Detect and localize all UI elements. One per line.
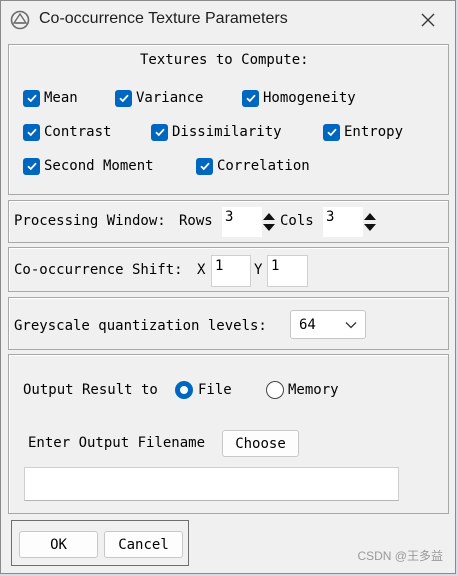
checkbox-checked-icon xyxy=(23,89,40,107)
shift-x-label: X xyxy=(197,262,206,278)
textures-heading: Textures to Compute: xyxy=(140,52,309,68)
close-icon xyxy=(421,13,435,27)
checkbox-mean-label: Mean xyxy=(44,90,78,106)
radio-file-label: File xyxy=(198,382,232,398)
cooccurrence-shift-group: Co-occurrence Shift: X 1 Y 1 xyxy=(8,247,449,292)
checkbox-correlation[interactable]: Correlation xyxy=(196,156,310,176)
checkbox-checked-icon xyxy=(196,157,213,175)
close-button[interactable] xyxy=(413,6,443,34)
checkbox-variance-label: Variance xyxy=(136,90,204,106)
greyscale-selected-value: 64 xyxy=(299,317,316,333)
dialog-window: Co-occurrence Texture Parameters Texture… xyxy=(0,0,456,574)
checkbox-correlation-label: Correlation xyxy=(217,158,310,174)
checkbox-entropy[interactable]: Entropy xyxy=(323,122,403,142)
cols-label: Cols xyxy=(280,213,314,229)
choose-button[interactable]: Choose xyxy=(222,430,299,457)
checkbox-dissimilarity[interactable]: Dissimilarity xyxy=(151,122,282,142)
cols-spinner[interactable] xyxy=(361,208,379,236)
checkbox-second-moment-label: Second Moment xyxy=(44,158,154,174)
rows-label: Rows xyxy=(179,213,213,229)
spinner-arrows-icon xyxy=(263,213,275,231)
cancel-button[interactable]: Cancel xyxy=(104,531,183,558)
checkbox-homogeneity[interactable]: Homogeneity xyxy=(242,88,356,108)
checkbox-checked-icon xyxy=(323,123,340,141)
output-filename-label: Enter Output Filename xyxy=(28,435,206,451)
checkbox-checked-icon xyxy=(23,123,40,141)
checkbox-second-moment[interactable]: Second Moment xyxy=(23,156,154,176)
window-title: Co-occurrence Texture Parameters xyxy=(39,10,288,27)
radio-memory[interactable]: Memory xyxy=(266,380,339,400)
output-filename-input[interactable] xyxy=(24,467,399,501)
greyscale-select[interactable]: 64 xyxy=(290,310,366,339)
checkbox-mean[interactable]: Mean xyxy=(23,88,78,108)
radio-file[interactable]: File xyxy=(175,380,232,400)
processing-window-group: Processing Window: Rows 3 Cols 3 xyxy=(8,200,449,243)
spinner-arrows-icon xyxy=(364,213,376,231)
checkbox-entropy-label: Entropy xyxy=(344,124,404,140)
shift-y-label: Y xyxy=(254,262,263,278)
checkbox-checked-icon xyxy=(151,123,168,141)
output-result-label: Output Result to xyxy=(23,382,158,398)
checkbox-variance[interactable]: Variance xyxy=(115,88,203,108)
shift-x-input[interactable]: 1 xyxy=(211,255,251,287)
checkbox-homogeneity-label: Homogeneity xyxy=(263,90,356,106)
shift-label: Co-occurrence Shift: xyxy=(14,262,183,278)
radio-selected-icon xyxy=(175,381,193,399)
title-bar[interactable]: Co-occurrence Texture Parameters xyxy=(1,1,455,39)
checkbox-contrast[interactable]: Contrast xyxy=(23,122,111,142)
textures-group: Textures to Compute: Mean Variance Homog… xyxy=(8,44,449,195)
greyscale-label: Greyscale quantization levels: xyxy=(14,318,267,334)
rows-spinner[interactable] xyxy=(260,208,278,236)
checkbox-contrast-label: Contrast xyxy=(44,124,112,140)
radio-unselected-icon xyxy=(266,381,284,399)
shift-y-input[interactable]: 1 xyxy=(267,255,308,287)
ok-button[interactable]: OK xyxy=(19,531,98,558)
checkbox-checked-icon xyxy=(23,157,40,175)
chevron-down-icon xyxy=(345,322,357,329)
checkbox-dissimilarity-label: Dissimilarity xyxy=(172,124,282,140)
checkbox-checked-icon xyxy=(242,89,259,107)
rows-input[interactable]: 3 xyxy=(222,207,262,237)
radio-memory-label: Memory xyxy=(288,382,339,398)
dialog-buttons-group: OK Cancel xyxy=(11,520,189,566)
checkbox-checked-icon xyxy=(115,89,132,107)
app-logo-icon xyxy=(10,10,30,30)
greyscale-group: Greyscale quantization levels: 64 xyxy=(8,297,449,350)
output-group: Output Result to File Memory Enter Outpu… xyxy=(8,354,449,514)
cols-input[interactable]: 3 xyxy=(323,207,363,237)
processing-window-label: Processing Window: xyxy=(14,213,166,229)
watermark-text: CSDN @王多益 xyxy=(357,549,443,563)
